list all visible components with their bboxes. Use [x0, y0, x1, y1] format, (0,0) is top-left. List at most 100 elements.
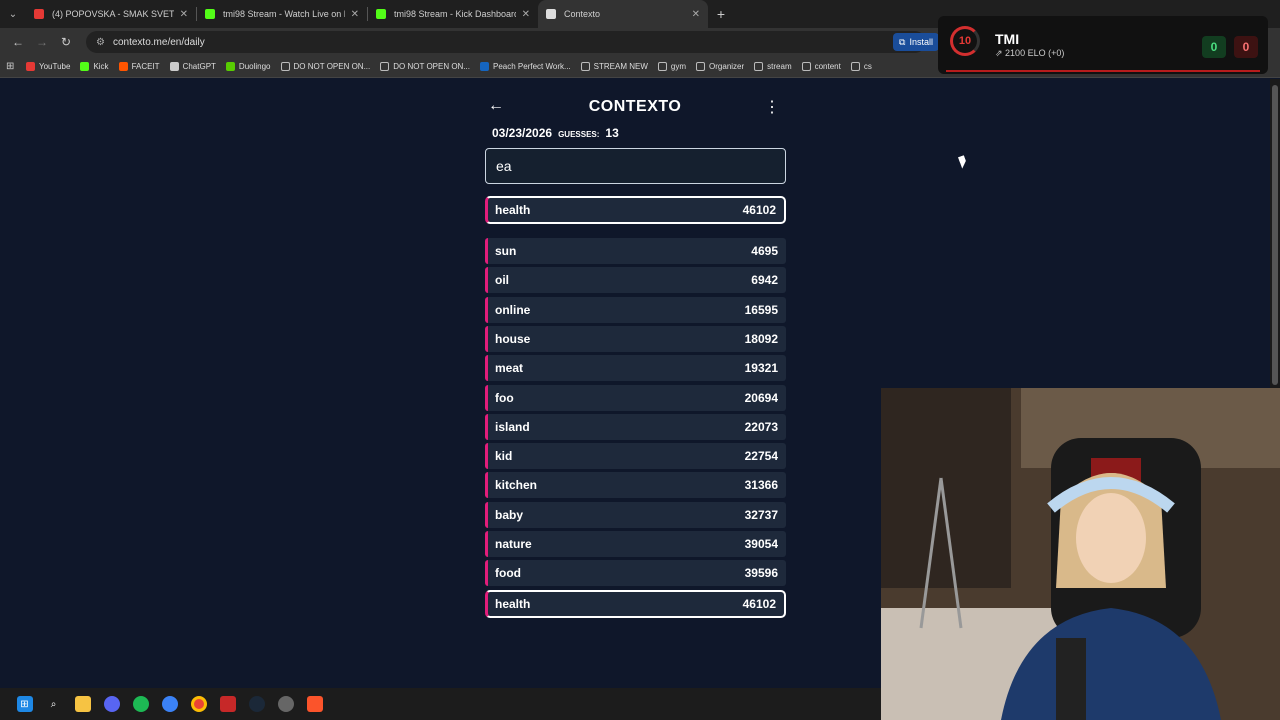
bookmark-folder[interactable]: DO NOT OPEN ON... [380, 62, 470, 71]
install-button[interactable]: ⧉ Install [893, 33, 939, 51]
guess-row: kid 22754 [485, 443, 786, 470]
guess-word: meat [495, 361, 524, 376]
bookmark-peach[interactable]: Peach Perfect Work... [480, 62, 571, 71]
peach-icon [480, 62, 489, 71]
faceit-overlay: 10 TMI ⇗ 2100 ELO (+0) 0 0 [938, 16, 1268, 74]
tab-title: tmi98 Stream - Watch Live on K [223, 9, 345, 19]
scrollbar-thumb[interactable] [1272, 85, 1278, 385]
steam-icon[interactable] [242, 688, 271, 720]
guess-word: food [495, 566, 521, 581]
guess-rank: 46102 [742, 203, 776, 217]
forward-icon[interactable]: → [30, 35, 54, 49]
folder-icon [380, 62, 390, 71]
guess-word: house [495, 331, 531, 346]
bookmark-label: gym [670, 62, 687, 71]
guesses-label: GUESSES: [558, 130, 600, 139]
close-tab-icon[interactable]: ✕ [180, 9, 188, 20]
address-bar[interactable]: ⚙ contexto.me/en/daily [86, 31, 926, 53]
close-tab-icon[interactable]: ✕ [692, 9, 700, 20]
url-text: contexto.me/en/daily [112, 36, 205, 48]
tab-title: (4) POPOVSKA - SMAK SVETA ( [52, 9, 174, 19]
wins-count: 0 [1202, 36, 1226, 58]
close-tab-icon[interactable]: ✕ [351, 9, 359, 20]
bookmark-folder[interactable]: cs [850, 62, 872, 71]
faceit-icon [118, 62, 128, 71]
guess-rank: 39596 [744, 566, 778, 581]
file-explorer-icon[interactable] [68, 688, 97, 720]
game-date: 03/23/2026 [492, 126, 553, 140]
guess-rank: 20694 [744, 390, 778, 405]
losses-count: 0 [1234, 36, 1258, 58]
bookmark-folder[interactable]: Organizer [696, 62, 744, 71]
guess-word: sun [495, 244, 517, 258]
guess-word: baby [495, 507, 524, 522]
apps-grid-icon[interactable]: ⊞ [6, 61, 26, 72]
guess-rank: 32737 [744, 507, 778, 522]
bookmark-chatgpt[interactable]: ChatGPT [169, 62, 216, 71]
bookmark-label: STREAM NEW [593, 62, 648, 71]
bookmark-label: Organizer [709, 62, 745, 71]
bookmark-duolingo[interactable]: Duolingo [225, 62, 271, 71]
bookmark-label: cs [863, 62, 872, 71]
guess-row: health 46102 [485, 589, 786, 618]
guess-row: meat 19321 [485, 355, 786, 382]
guess-input[interactable] [485, 148, 786, 184]
windows-start-icon[interactable]: ⊞ [10, 688, 39, 720]
guess-rank: 22754 [744, 449, 778, 464]
guess-rank: 31366 [744, 478, 778, 493]
guess-row: house 18092 [485, 325, 786, 352]
tab-search-icon[interactable]: ⌄ [0, 0, 26, 28]
bookmark-youtube[interactable]: YouTube [26, 62, 70, 71]
new-tab-icon[interactable]: + [708, 6, 734, 22]
guess-rank: 22073 [744, 419, 778, 434]
bookmark-label: Kick [93, 62, 109, 71]
browser-tab-active[interactable]: Contexto ✕ [538, 0, 708, 28]
bookmark-folder[interactable]: stream [754, 62, 792, 71]
browser-tab[interactable]: tmi98 Stream - Watch Live on K ✕ [197, 0, 367, 28]
folder-icon [754, 62, 764, 71]
bookmark-label: FACEIT [131, 62, 160, 71]
close-tab-icon[interactable]: ✕ [522, 9, 530, 20]
bookmark-faceit[interactable]: FACEIT [118, 62, 160, 71]
folder-icon [657, 62, 667, 71]
bookmark-folder[interactable]: gym [657, 62, 687, 71]
bookmark-label: YouTube [39, 62, 71, 71]
guess-rank: 39054 [744, 537, 778, 551]
webcam-image [881, 388, 1280, 720]
guess-row: nature 39054 [485, 531, 786, 557]
guess-word: health [495, 596, 531, 611]
back-icon[interactable]: ← [6, 35, 30, 49]
bookmark-folder[interactable]: content [801, 62, 841, 71]
guess-word: health [495, 203, 531, 217]
guess-row: baby 32737 [485, 501, 786, 528]
reload-icon[interactable]: ↻ [54, 35, 78, 49]
guess-word: island [495, 419, 530, 434]
folder-icon [580, 62, 590, 71]
guess-rank: 18092 [744, 331, 778, 346]
guess-rank: 6942 [751, 273, 778, 288]
chrome-icon[interactable] [184, 688, 213, 720]
player-name: TMI [995, 31, 1020, 47]
guess-row: kitchen 31366 [485, 472, 786, 499]
guess-word: nature [495, 537, 532, 551]
spotify-icon[interactable] [126, 688, 155, 720]
search-icon[interactable]: ⌕ [39, 688, 68, 720]
browser-tab[interactable]: (4) POPOVSKA - SMAK SVETA ( ✕ [26, 0, 196, 28]
chatgpt-icon [169, 62, 179, 71]
guess-row: online 16595 [485, 296, 786, 323]
overlay-divider [946, 70, 1260, 72]
bookmark-folder[interactable]: DO NOT OPEN ON... [280, 62, 370, 71]
contexto-header: ← CONTEXTO ⋮ [484, 95, 786, 121]
brave-icon[interactable] [300, 688, 329, 720]
security-app-icon[interactable] [213, 688, 242, 720]
discord-icon[interactable] [97, 688, 126, 720]
bookmark-kick[interactable]: Kick [80, 62, 109, 71]
more-options-icon[interactable]: ⋮ [764, 97, 780, 117]
browser-tab[interactable]: tmi98 Stream - Kick Dashboard ✕ [368, 0, 538, 28]
app-icon[interactable] [155, 688, 184, 720]
bookmark-label: DO NOT OPEN ON... [393, 62, 470, 71]
site-info-icon[interactable]: ⚙ [96, 37, 105, 48]
settings-app-icon[interactable] [271, 688, 300, 720]
folder-icon [850, 62, 860, 71]
bookmark-folder[interactable]: STREAM NEW [580, 62, 648, 71]
